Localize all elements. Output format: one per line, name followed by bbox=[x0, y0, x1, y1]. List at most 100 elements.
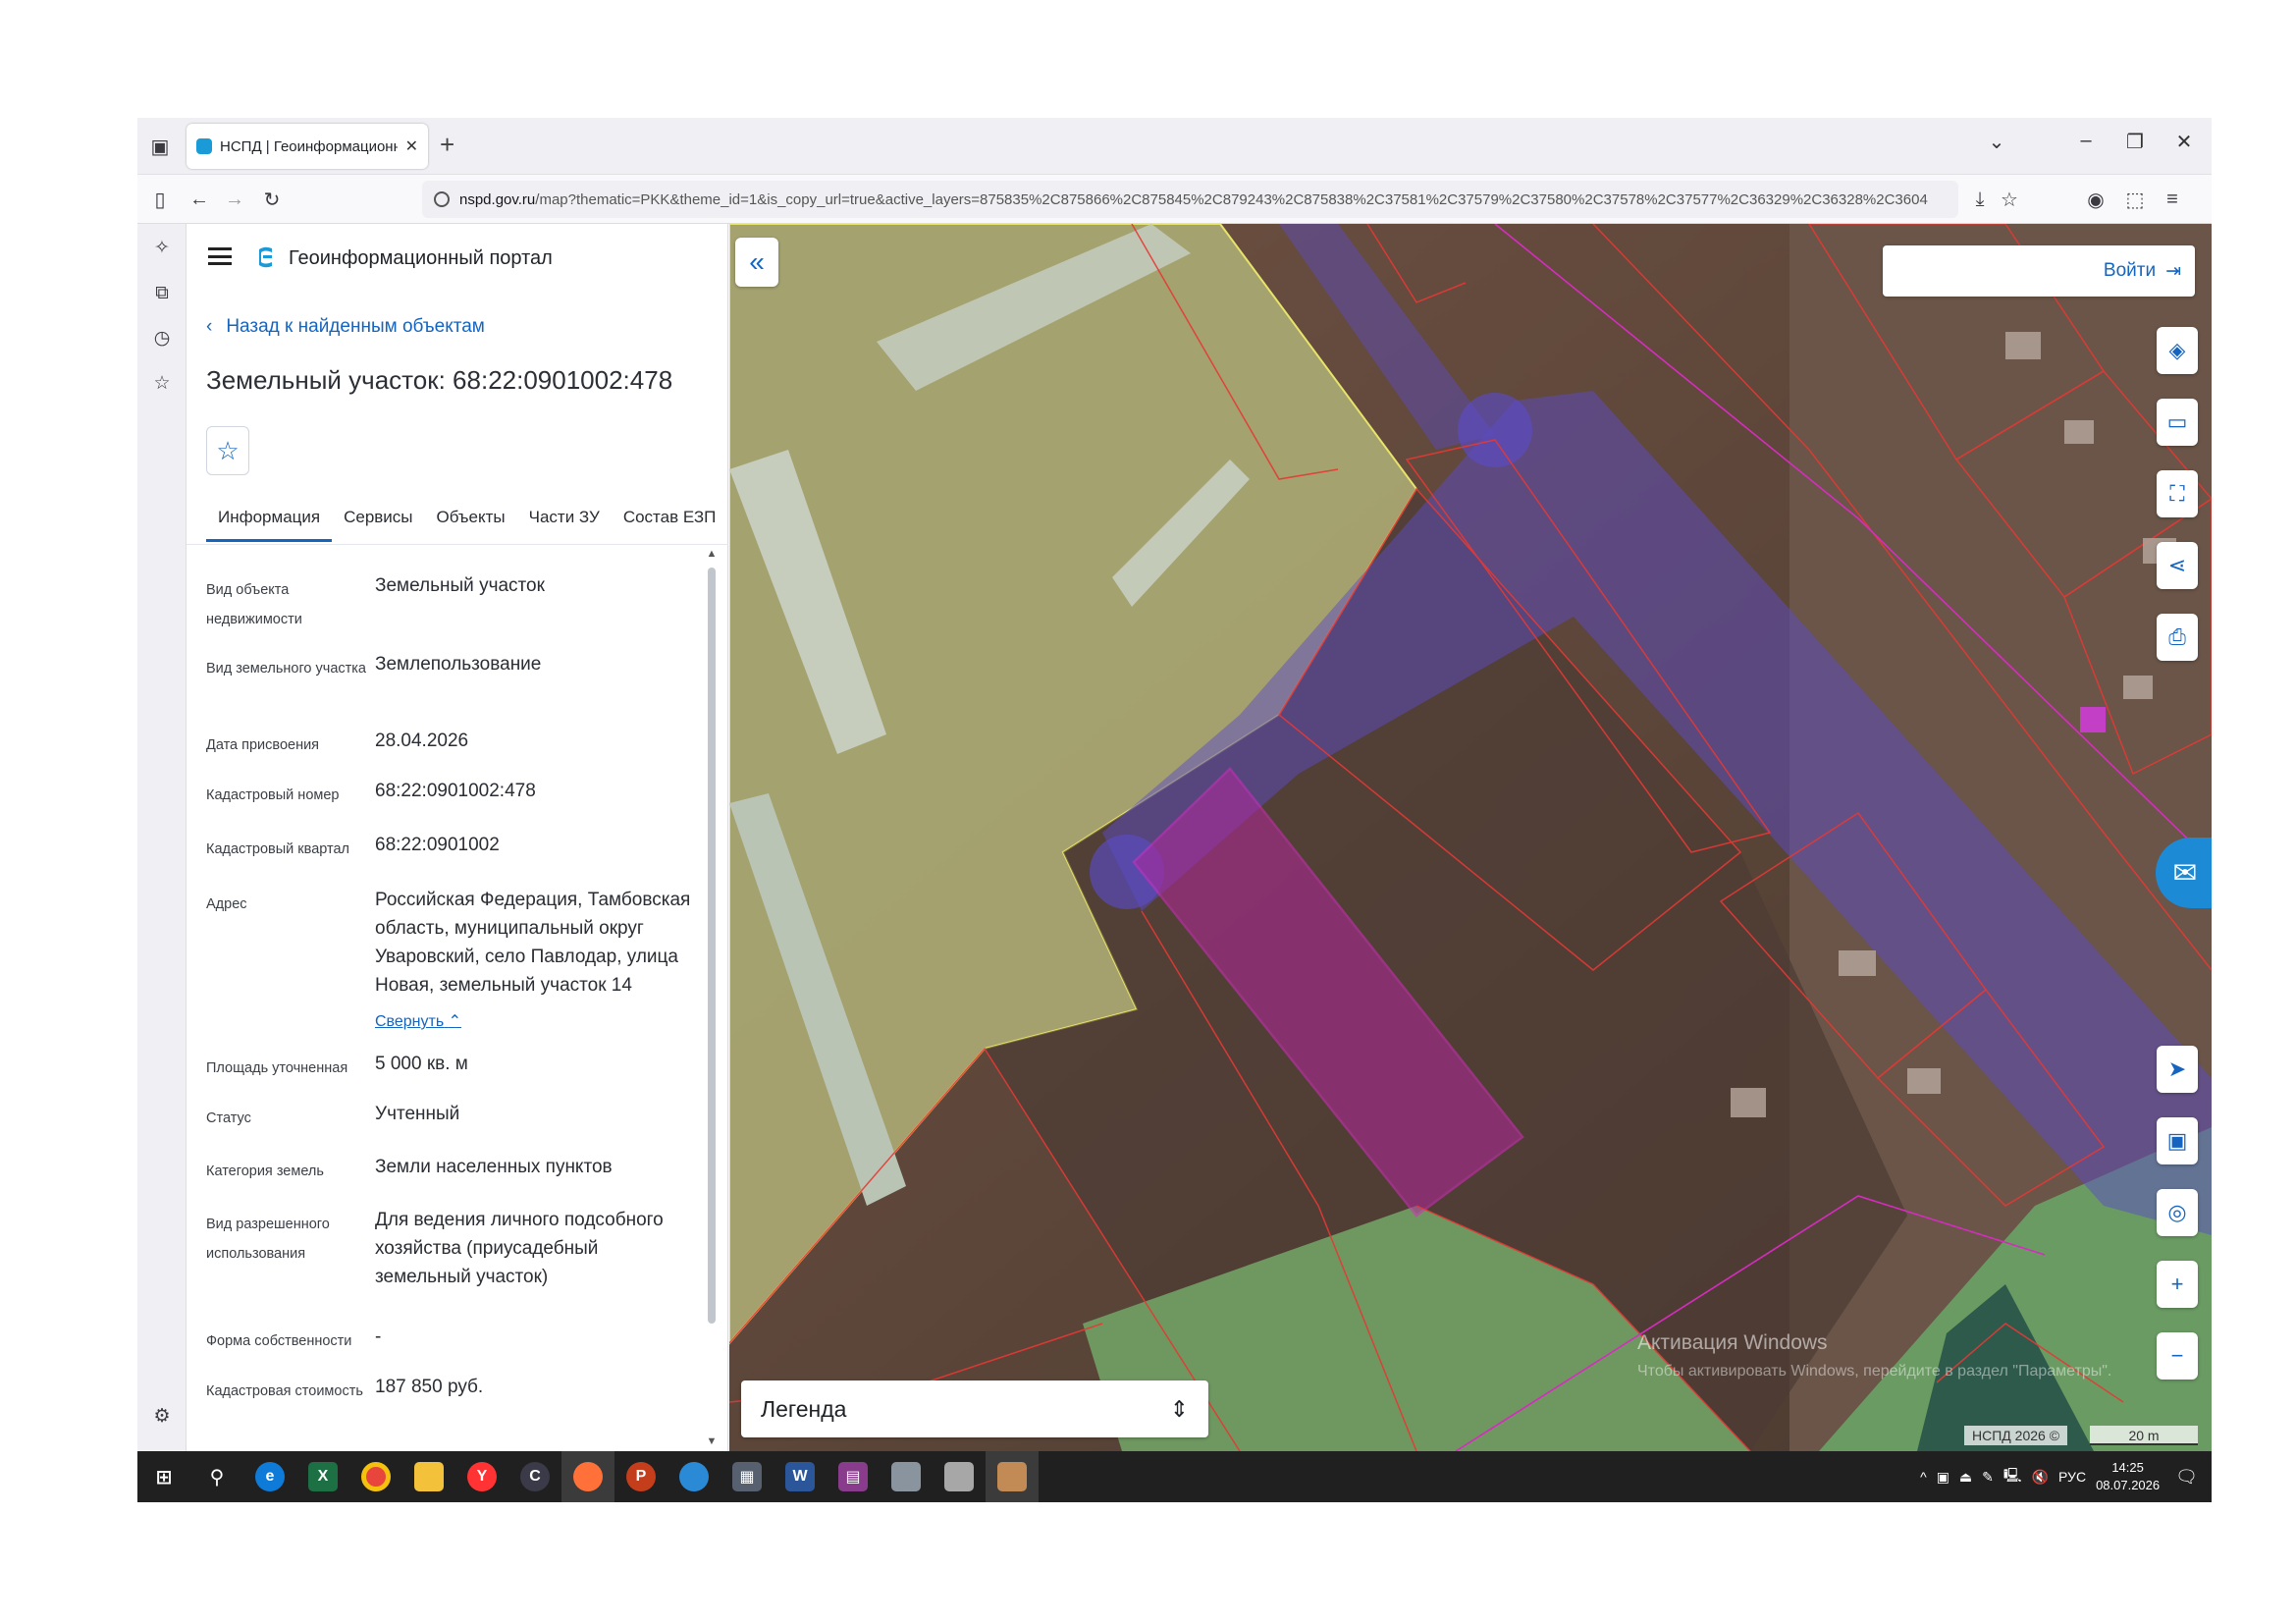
taskbar-yandex[interactable]: Y bbox=[455, 1451, 508, 1502]
map-view[interactable]: « Войти ⇥ ◈ ▭ ⛶ ⋖ ⎙ ✉ ➤ ▣ ◎ + − Легенда … bbox=[729, 224, 2212, 1451]
taskbar-image-viewer[interactable] bbox=[986, 1451, 1039, 1502]
restore-button[interactable]: ❐ bbox=[2118, 130, 2152, 154]
taskbar-calculator[interactable]: ▦ bbox=[721, 1451, 774, 1502]
tray-app-icon[interactable]: ▣ bbox=[1937, 1469, 1949, 1486]
close-window-button[interactable]: ✕ bbox=[2167, 130, 2201, 154]
tab-information[interactable]: Информация bbox=[206, 503, 333, 542]
reload-icon[interactable]: ↻ bbox=[257, 185, 287, 214]
measure-button[interactable]: ▭ bbox=[2157, 399, 2198, 446]
close-tab-icon[interactable]: ✕ bbox=[405, 136, 418, 156]
zoom-in-button[interactable]: + bbox=[2157, 1261, 2198, 1308]
sidebar-toggle-icon[interactable]: ▯ bbox=[145, 185, 175, 214]
tabs-divider bbox=[187, 544, 728, 545]
tab-parcel-parts[interactable]: Части ЗУ bbox=[517, 503, 612, 542]
taskbar-powerpoint[interactable]: P bbox=[614, 1451, 667, 1502]
menu-icon[interactable]: ≡ bbox=[2158, 185, 2187, 214]
synced-tabs-icon[interactable]: ⧉ bbox=[147, 279, 177, 308]
portal-title: Геоинформационный портал bbox=[289, 247, 553, 269]
settings-gear-icon[interactable]: ⚙ bbox=[147, 1402, 177, 1432]
save-page-icon[interactable]: ⤓ bbox=[1965, 185, 1995, 214]
taskbar-chrome[interactable] bbox=[349, 1451, 402, 1502]
taskbar-app-grey[interactable] bbox=[880, 1451, 933, 1502]
taskbar-excel[interactable]: X bbox=[296, 1451, 349, 1502]
taskbar-ccleaner[interactable]: C bbox=[508, 1451, 561, 1502]
attribute-value: 68:22:0901002 bbox=[375, 835, 500, 855]
scroll-down-icon[interactable]: ▼ bbox=[705, 1435, 719, 1447]
site-info-icon[interactable] bbox=[434, 191, 450, 207]
forward-icon[interactable]: → bbox=[220, 185, 249, 214]
geolocation-button[interactable]: ◎ bbox=[2157, 1189, 2198, 1236]
pen-icon[interactable]: ✎ bbox=[1982, 1469, 1994, 1486]
minimize-button[interactable]: – bbox=[2069, 130, 2103, 152]
search-button[interactable]: ⚲ bbox=[190, 1451, 243, 1502]
panel-scrollbar[interactable]: ▲ ▼ bbox=[705, 548, 719, 1451]
notifications-icon[interactable]: 🗨 bbox=[2175, 1467, 2198, 1488]
taskbar-firefox[interactable] bbox=[561, 1451, 614, 1502]
account-icon[interactable]: ◉ bbox=[2081, 185, 2110, 214]
hamburger-menu-icon[interactable] bbox=[208, 247, 232, 265]
taskbar-edge[interactable]: e bbox=[243, 1451, 296, 1502]
satellite-map[interactable] bbox=[729, 224, 2212, 1451]
browser-tab[interactable]: НСПД | Геоинформационный ✕ bbox=[187, 124, 428, 169]
new-tab-button[interactable]: + bbox=[440, 130, 454, 160]
taskbar-word[interactable]: W bbox=[774, 1451, 827, 1502]
collapse-label: Свернуть bbox=[375, 1013, 445, 1030]
taskbar-app-blue[interactable] bbox=[667, 1451, 721, 1502]
select-area-button[interactable]: ⛶ bbox=[2157, 470, 2198, 517]
chevron-down-icon[interactable]: ⌄ bbox=[1980, 130, 2013, 154]
attribute-value: Учтенный bbox=[375, 1104, 460, 1124]
collapse-link[interactable]: Свернуть ⌃ bbox=[375, 1011, 461, 1031]
usb-icon[interactable]: ⏏ bbox=[1959, 1469, 1972, 1486]
locate-button[interactable]: ➤ bbox=[2157, 1046, 2198, 1093]
url-path: /map?thematic=PKK&theme_id=1&is_copy_url… bbox=[535, 190, 1928, 208]
login-button[interactable]: Войти ⇥ bbox=[1883, 245, 2195, 297]
printer-icon: ⎙ bbox=[2168, 624, 2186, 649]
attribute-label: Категория земель bbox=[206, 1164, 324, 1179]
show-hidden-icons-icon[interactable]: ^ bbox=[1920, 1469, 1927, 1485]
windows-activation-text: Чтобы активировать Windows, перейдите в … bbox=[1637, 1363, 2112, 1380]
site-favicon-icon bbox=[196, 138, 212, 154]
bookmarks-icon[interactable]: ☆ bbox=[147, 369, 177, 399]
tab-list-icon[interactable]: ▣ bbox=[145, 132, 175, 161]
start-button[interactable]: ⊞ bbox=[137, 1451, 190, 1502]
object-title: Земельный участок: 68:22:0901002:478 bbox=[206, 365, 673, 395]
collapse-panel-button[interactable]: « bbox=[735, 238, 778, 287]
input-language[interactable]: РУС bbox=[2058, 1469, 2086, 1485]
legend-dropdown[interactable]: Легенда ⇕ bbox=[741, 1380, 1208, 1437]
attribute-value: - bbox=[375, 1326, 382, 1347]
powerpoint-icon: P bbox=[626, 1462, 656, 1491]
taskbar-winrar[interactable]: ▤ bbox=[827, 1451, 880, 1502]
attribute-value: Земельный участок bbox=[375, 575, 545, 596]
star-icon: ☆ bbox=[216, 435, 240, 465]
extensions-icon[interactable]: ⬚ bbox=[2120, 185, 2150, 214]
volume-muted-icon[interactable]: 🔇 bbox=[2032, 1469, 2049, 1486]
address-bar[interactable]: nspd.gov.ru/map?thematic=PKK&theme_id=1&… bbox=[422, 181, 1958, 218]
attribute-value: Российская Федерация, Тамбовская область… bbox=[375, 890, 691, 996]
scroll-up-icon[interactable]: ▲ bbox=[705, 548, 719, 560]
taskbar-app-scanner[interactable] bbox=[933, 1451, 986, 1502]
layers-icon: ◈ bbox=[2168, 338, 2186, 362]
tab-services[interactable]: Сервисы bbox=[332, 503, 424, 542]
bookmark-star-icon[interactable]: ☆ bbox=[1995, 185, 2024, 214]
history-icon[interactable]: ◷ bbox=[147, 324, 177, 353]
taskbar-explorer[interactable] bbox=[402, 1451, 455, 1502]
print-button[interactable]: ⎙ bbox=[2157, 614, 2198, 661]
favorite-button[interactable]: ☆ bbox=[206, 426, 249, 475]
tab-objects[interactable]: Объекты bbox=[425, 503, 517, 542]
clock[interactable]: 14:25 08.07.2026 bbox=[2096, 1459, 2160, 1494]
minimap-button[interactable]: ▣ bbox=[2157, 1117, 2198, 1164]
attribute-label: Вид земельного участка bbox=[206, 661, 366, 677]
ai-chat-icon[interactable]: ✧ bbox=[147, 234, 177, 263]
chevron-left-icon: ‹ bbox=[206, 316, 213, 337]
scrollbar-thumb[interactable] bbox=[708, 568, 716, 1324]
back-to-results-link[interactable]: ‹ Назад к найденным объектам bbox=[206, 316, 485, 338]
zoom-out-button[interactable]: − bbox=[2157, 1332, 2198, 1380]
layers-button[interactable]: ◈ bbox=[2157, 327, 2198, 374]
login-icon: ⇥ bbox=[2165, 260, 2181, 282]
back-icon[interactable]: ← bbox=[185, 185, 214, 214]
network-icon[interactable]: 🖳 bbox=[2003, 1465, 2022, 1489]
share-button[interactable]: ⋖ bbox=[2157, 542, 2198, 589]
attribute-value: 68:22:0901002:478 bbox=[375, 781, 536, 801]
info-tabs: Информация Сервисы Объекты Части ЗУ Сост… bbox=[206, 503, 727, 542]
tab-ezp-composition[interactable]: Состав ЕЗП bbox=[612, 503, 728, 542]
